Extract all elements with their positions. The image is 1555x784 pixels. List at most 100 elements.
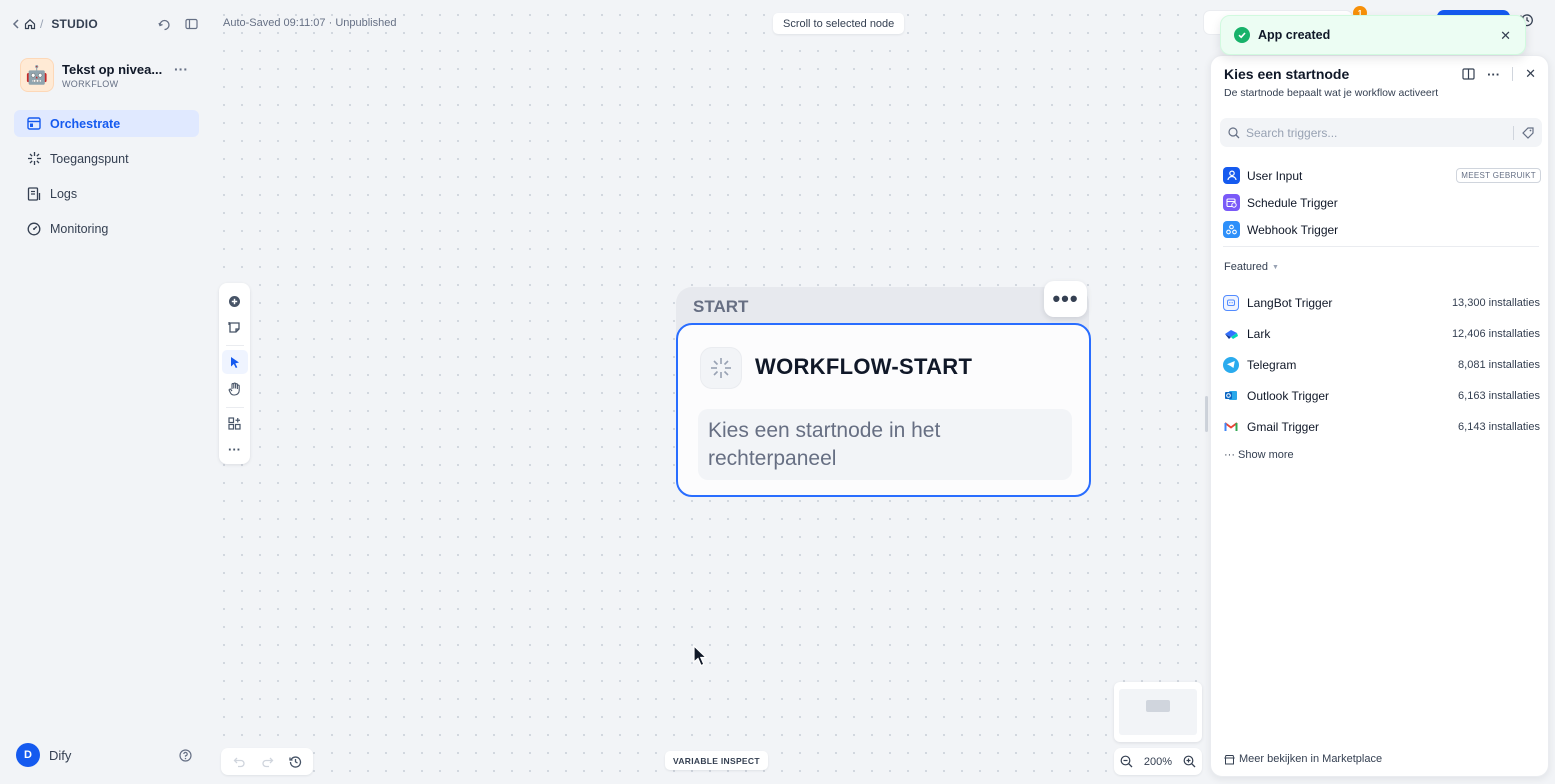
trigger-user-input[interactable]: User Input MEEST GEBRUIKT xyxy=(1223,162,1541,189)
trigger-search xyxy=(1220,118,1542,147)
start-node-label: START xyxy=(693,297,749,316)
hand-mode-icon[interactable] xyxy=(222,376,248,400)
sidebar-item-label: Monitoring xyxy=(50,221,109,236)
add-note-icon[interactable] xyxy=(222,315,248,339)
gmail-icon xyxy=(1223,419,1239,435)
search-input[interactable] xyxy=(1246,125,1513,140)
zoom-out-icon[interactable] xyxy=(1120,755,1133,768)
plugin-name: Lark xyxy=(1247,326,1271,341)
organize-blocks-icon[interactable] xyxy=(222,412,248,436)
trigger-webhook[interactable]: Webhook Trigger xyxy=(1223,216,1541,243)
plugin-name: Telegram xyxy=(1247,357,1297,372)
toolbar-divider xyxy=(225,406,244,408)
plugin-item[interactable]: LangBot Trigger 13,300 installaties xyxy=(1223,287,1540,318)
sparkle-icon xyxy=(700,347,742,389)
sidebar-item-label: Toegangspunt xyxy=(50,151,129,166)
sidebar-item-logs[interactable]: Logs xyxy=(14,180,199,207)
panel-tools: ··· ✕ xyxy=(1462,66,1536,82)
check-circle-icon xyxy=(1234,27,1250,43)
zoom-in-icon[interactable] xyxy=(1183,755,1196,768)
divider xyxy=(1513,125,1514,140)
user-icon xyxy=(1223,167,1240,184)
minimap[interactable] xyxy=(1114,682,1202,742)
trigger-schedule[interactable]: Schedule Trigger xyxy=(1223,189,1541,216)
plugin-installs: 12,406 installaties xyxy=(1451,327,1540,340)
zoom-controls: 200% xyxy=(1114,748,1202,775)
caret-down-icon: ▼ xyxy=(1272,263,1279,271)
tag-icon[interactable] xyxy=(1522,126,1534,139)
more-options-icon[interactable]: ··· xyxy=(222,438,248,462)
sidebar-item-label: Orchestrate xyxy=(50,116,121,131)
canvas-toolbar: ··· xyxy=(219,283,250,464)
sync-icon[interactable] xyxy=(158,18,171,31)
plugin-item[interactable]: Lark 12,406 installaties xyxy=(1223,318,1540,349)
plugin-name: LangBot Trigger xyxy=(1247,295,1333,310)
home-icon[interactable] xyxy=(24,18,36,30)
more-icon[interactable]: ··· xyxy=(1487,67,1500,82)
undo-redo-bar xyxy=(221,748,313,775)
trigger-label: User Input xyxy=(1247,168,1303,183)
plugin-item[interactable]: Gmail Trigger 6,143 installaties xyxy=(1223,411,1540,442)
redo-icon[interactable] xyxy=(261,756,274,768)
breadcrumb-studio[interactable]: STUDIO xyxy=(51,17,98,31)
panel-subtitle: De startnode bepaalt wat je workflow act… xyxy=(1224,87,1439,99)
scroll-to-selected-node-button[interactable]: Scroll to selected node xyxy=(773,13,905,34)
history-icon[interactable] xyxy=(288,755,302,768)
plugin-installs: 6,163 installaties xyxy=(1458,389,1540,402)
webhook-icon xyxy=(1223,221,1240,238)
close-icon[interactable]: ✕ xyxy=(1500,28,1511,44)
layout-icon xyxy=(26,116,42,132)
logs-icon xyxy=(26,186,42,202)
show-more-link[interactable]: ··· Show more xyxy=(1224,449,1294,461)
app-type: WORKFLOW xyxy=(62,78,119,89)
autosave-status: Auto-Saved 09:11:07 · Unpublished xyxy=(223,17,397,29)
panel-title: Kies een startnode xyxy=(1224,66,1350,82)
app-card[interactable]: 🤖 Tekst op nivea... WORKFLOW ··· xyxy=(20,57,200,93)
plugin-installs: 8,081 installaties xyxy=(1458,358,1540,371)
marketplace-link[interactable]: Meer bekijken in Marketplace xyxy=(1224,753,1382,765)
undo-icon[interactable] xyxy=(233,756,246,768)
sidebar-toggle-icon[interactable] xyxy=(185,18,198,31)
gauge-icon xyxy=(26,221,42,237)
start-node-picker-panel: Kies een startnode De startnode bepaalt … xyxy=(1210,55,1549,777)
sidebar-item-toegangspunt[interactable]: Toegangspunt xyxy=(14,145,199,172)
zoom-level[interactable]: 200% xyxy=(1144,756,1172,768)
plugin-name: Gmail Trigger xyxy=(1247,419,1320,434)
featured-toggle[interactable]: Featured ▼ xyxy=(1224,261,1279,273)
close-icon[interactable]: ✕ xyxy=(1525,66,1536,82)
plugin-item[interactable]: Outlook Trigger 6,163 installaties xyxy=(1223,380,1540,411)
telegram-icon xyxy=(1223,356,1239,373)
sidebar-top-bar: / STUDIO xyxy=(12,14,198,34)
help-icon[interactable] xyxy=(179,748,192,762)
panel-resize-handle[interactable] xyxy=(1205,396,1208,432)
sidebar-nav: Orchestrate Toegangspunt Logs Monitoring xyxy=(14,110,199,250)
breadcrumb-separator: / xyxy=(40,17,44,31)
trigger-label: Webhook Trigger xyxy=(1247,222,1339,237)
trigger-label: Schedule Trigger xyxy=(1247,195,1338,210)
add-node-icon[interactable] xyxy=(222,289,248,313)
more-icon[interactable]: ··· xyxy=(174,61,188,77)
mouse-cursor-icon xyxy=(693,644,709,672)
app-avatar: 🤖 xyxy=(20,58,54,92)
workflow-canvas[interactable]: Auto-Saved 09:11:07 · Unpublished Scroll… xyxy=(209,0,1210,784)
pointer-mode-icon[interactable] xyxy=(221,350,248,375)
split-view-icon[interactable] xyxy=(1462,68,1475,80)
start-node[interactable]: WORKFLOW-START Kies een startnode in het… xyxy=(676,323,1091,497)
sidebar: / STUDIO 🤖 Tekst op nivea... WORKFLOW ··… xyxy=(0,0,209,784)
sidebar-item-orchestrate[interactable]: Orchestrate xyxy=(14,110,199,137)
user-name[interactable]: Dify xyxy=(49,748,71,763)
node-more-button[interactable]: ••• xyxy=(1044,281,1087,317)
variable-inspect-button[interactable]: VARIABLE INSPECT xyxy=(665,751,768,770)
store-icon xyxy=(1224,754,1235,765)
minimap-node xyxy=(1146,700,1170,712)
langbot-icon xyxy=(1223,294,1239,311)
featured-plugin-list: LangBot Trigger 13,300 installaties Lark… xyxy=(1223,287,1540,442)
avatar[interactable]: D xyxy=(16,743,40,767)
user-area: D Dify xyxy=(16,743,192,767)
chevron-left-icon[interactable] xyxy=(12,19,20,29)
app-name: Tekst op nivea... xyxy=(62,61,163,77)
divider xyxy=(1512,67,1514,81)
sidebar-item-monitoring[interactable]: Monitoring xyxy=(14,215,199,242)
plugin-item[interactable]: Telegram 8,081 installaties xyxy=(1223,349,1540,380)
plugin-name: Outlook Trigger xyxy=(1247,388,1330,403)
